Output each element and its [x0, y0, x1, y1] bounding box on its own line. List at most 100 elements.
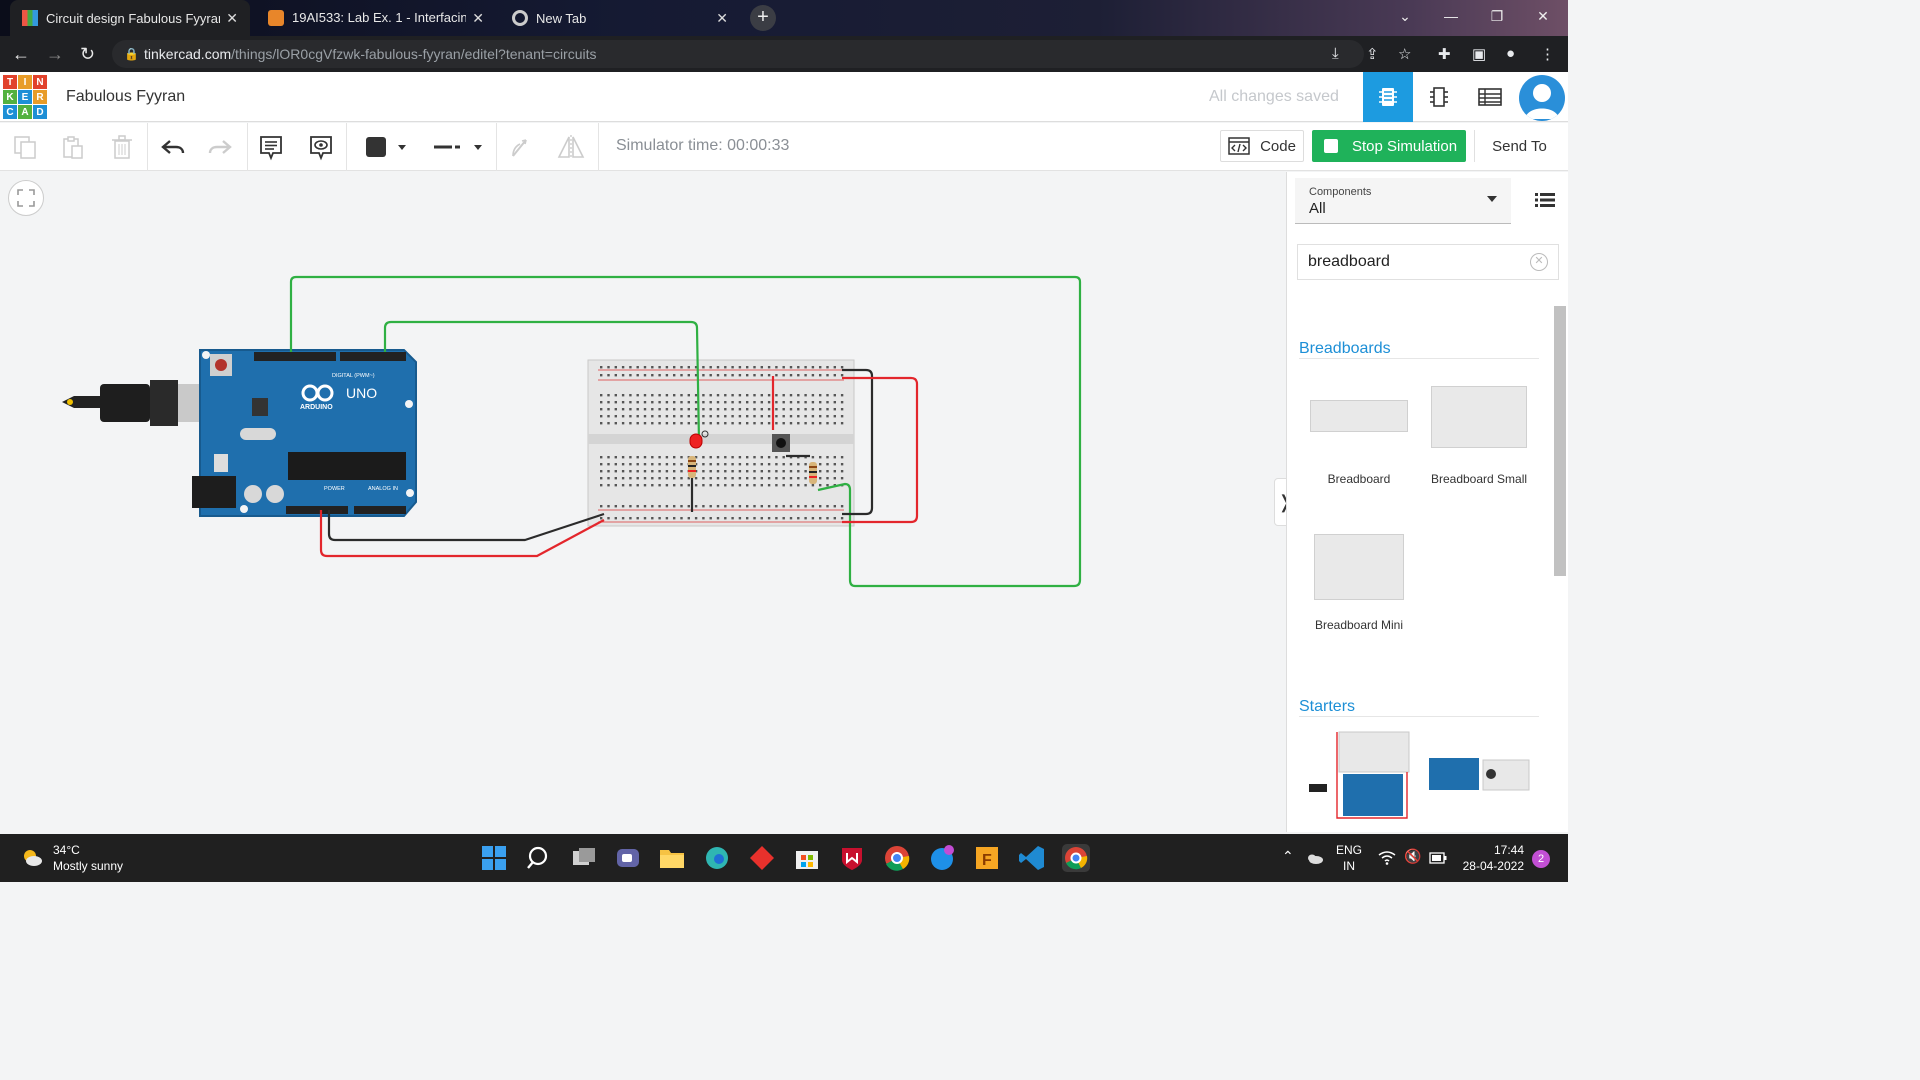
search-icon[interactable] — [525, 844, 553, 872]
user-avatar[interactable] — [1519, 75, 1565, 121]
weather-widget[interactable]: 34°C Mostly sunny — [53, 842, 123, 874]
breadboard-hole — [782, 517, 785, 520]
starter-arduino-led[interactable] — [1427, 754, 1531, 797]
component-breadboard-mini[interactable]: Breadboard Mini — [1299, 534, 1419, 632]
breadboard-hole — [775, 505, 778, 508]
close-icon[interactable]: ✕ — [226, 10, 238, 27]
sidebar-icon[interactable]: ▣ — [1472, 45, 1486, 63]
undo-button[interactable] — [158, 132, 188, 162]
note-icon — [260, 136, 282, 161]
breadboard-hole — [651, 463, 654, 466]
redo-button[interactable] — [205, 132, 235, 162]
list-view-button[interactable] — [1535, 192, 1555, 213]
teams-icon[interactable] — [928, 844, 956, 872]
url-field[interactable]: 🔒 tinkercad.com/things/lOR0cgVfzwk-fabul… — [112, 40, 1364, 68]
chevron-up-icon[interactable]: ⌃ — [1282, 848, 1294, 864]
app-diamond-icon[interactable] — [748, 844, 776, 872]
breadboard[interactable] — [587, 359, 855, 527]
minimize-button[interactable]: — — [1428, 0, 1474, 32]
restore-button[interactable]: ❐ — [1474, 0, 1520, 32]
component-list-button[interactable] — [1465, 72, 1515, 122]
circuit-view-button[interactable] — [1363, 72, 1413, 122]
tinkercad-logo[interactable]: T I N K E R C A D — [3, 75, 47, 119]
vscode-icon[interactable] — [1018, 844, 1046, 872]
scrollbar-thumb[interactable] — [1554, 306, 1566, 576]
speaker-muted-icon[interactable]: 🔇 — [1404, 848, 1421, 864]
arduino-uno-board[interactable]: UNO ARDUINO DIGITAL (PWM~) POWER ANALOG … — [192, 349, 417, 517]
breadboard-hole — [760, 422, 763, 425]
edge-browser-icon[interactable] — [703, 844, 731, 872]
install-icon[interactable]: ⤓ — [1332, 45, 1339, 62]
teams-chat-icon[interactable] — [614, 844, 642, 872]
breadboard-hole — [607, 415, 610, 418]
breadboard-hole — [665, 374, 669, 377]
component-search-input[interactable]: breadboard ✕ — [1297, 244, 1559, 280]
resistor[interactable] — [688, 456, 696, 478]
circuit-canvas[interactable]: UNO ARDUINO DIGITAL (PWM~) POWER ANALOG … — [0, 172, 1286, 832]
reload-icon[interactable]: ↻ — [80, 44, 95, 65]
breadboard-hole — [826, 366, 829, 369]
flip-button[interactable] — [556, 132, 586, 162]
section-title-starters: Starters — [1299, 698, 1356, 715]
wire-color-picker[interactable] — [356, 132, 416, 162]
paste-button[interactable] — [58, 132, 88, 162]
mcafee-icon[interactable] — [838, 844, 866, 872]
pushbutton[interactable] — [772, 434, 790, 452]
windows-start-icon[interactable] — [480, 844, 508, 872]
notification-badge[interactable]: 2 — [1532, 850, 1550, 868]
menu-dots-icon[interactable]: ⋮ — [1540, 45, 1555, 63]
close-window-button[interactable]: ✕ — [1520, 0, 1566, 32]
profile-icon[interactable]: ● — [1506, 45, 1515, 62]
panel-scrollbar[interactable] — [1553, 294, 1566, 824]
clock[interactable]: 17:44 28-04-2022 — [1460, 842, 1524, 874]
chevron-down-icon[interactable]: ⌄ — [1382, 0, 1428, 32]
battery-icon[interactable] — [1429, 852, 1447, 864]
notes-button[interactable] — [256, 132, 286, 162]
forward-arrow-icon[interactable]: → — [46, 44, 64, 65]
breadboard-hole — [724, 401, 727, 404]
rotate-button[interactable] — [506, 132, 536, 162]
breadboard-hole — [694, 408, 698, 411]
extensions-icon[interactable]: ✚ — [1438, 45, 1451, 63]
chrome-icon[interactable] — [883, 844, 911, 872]
task-view-icon[interactable] — [570, 844, 598, 872]
browser-tab[interactable]: New Tab ✕ — [500, 0, 740, 36]
copy-button[interactable] — [10, 132, 40, 162]
component-breadboard-small[interactable]: Breadboard Small — [1419, 386, 1539, 486]
component-breadboard[interactable]: Breadboard — [1299, 386, 1419, 486]
language-indicator[interactable]: ENG IN — [1336, 842, 1362, 874]
onedrive-icon[interactable] — [1306, 851, 1324, 865]
send-to-button[interactable]: Send To — [1474, 130, 1564, 162]
breadboard-hole — [687, 517, 690, 520]
breadboard-hole — [665, 366, 669, 369]
clear-search-icon[interactable]: ✕ — [1530, 253, 1548, 271]
close-icon[interactable]: ✕ — [472, 10, 484, 27]
chrome-active-icon[interactable] — [1062, 844, 1090, 872]
stop-simulation-button[interactable]: Stop Simulation — [1312, 130, 1466, 162]
annotation-toggle-button[interactable] — [306, 132, 336, 162]
starter-arduino-breadboard[interactable] — [1305, 728, 1413, 827]
breadboard-hole — [760, 517, 763, 520]
breadboard-hole — [738, 422, 742, 425]
browser-tab[interactable]: 19AI533: Lab Ex. 1 - Interfacing Ⅱ ✕ — [256, 0, 496, 36]
delete-button[interactable] — [107, 132, 137, 162]
breadboard-hole — [775, 456, 778, 459]
app-f-icon[interactable]: F — [973, 844, 1001, 872]
wifi-icon[interactable] — [1378, 851, 1396, 865]
project-title[interactable]: Fabulous Fyyran — [66, 88, 185, 106]
close-icon[interactable]: ✕ — [716, 10, 728, 27]
file-explorer-icon[interactable] — [658, 844, 686, 872]
breadboard-hole — [636, 422, 639, 425]
microsoft-store-icon[interactable] — [793, 844, 821, 872]
new-tab-button[interactable]: + — [750, 5, 776, 31]
resistor[interactable] — [809, 462, 817, 484]
weather-icon[interactable] — [20, 846, 44, 870]
components-dropdown[interactable]: Components All — [1295, 178, 1511, 224]
share-icon[interactable]: ⇪ — [1366, 45, 1379, 63]
star-icon[interactable]: ☆ — [1398, 45, 1411, 63]
browser-tab-active[interactable]: Circuit design Fabulous Fyyran | T ✕ — [10, 0, 250, 36]
schematic-view-button[interactable] — [1414, 72, 1464, 122]
wire-type-picker[interactable] — [424, 132, 490, 162]
back-arrow-icon[interactable]: ← — [12, 44, 30, 65]
code-button[interactable]: Code — [1220, 130, 1304, 162]
